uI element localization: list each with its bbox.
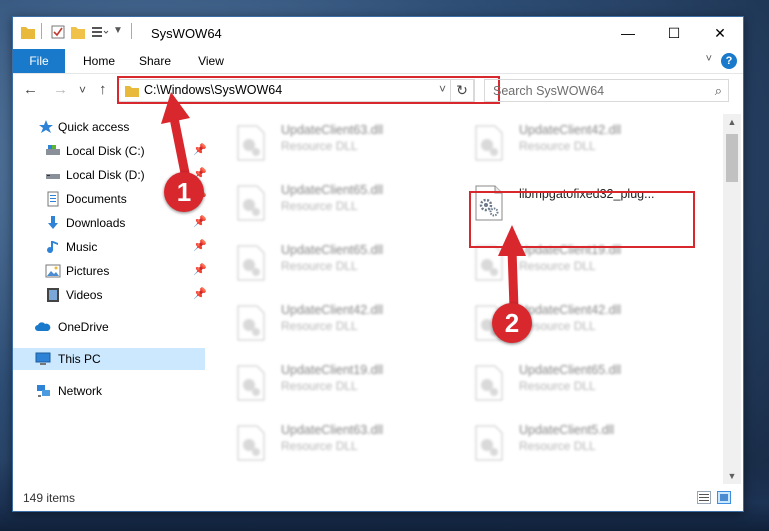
arrow-step-2: [498, 225, 526, 313]
step-marker-2: 2: [492, 303, 532, 343]
annotation-arrows: [161, 92, 526, 313]
arrow-step-1: [161, 92, 191, 183]
step-marker-1: 1: [164, 172, 204, 212]
